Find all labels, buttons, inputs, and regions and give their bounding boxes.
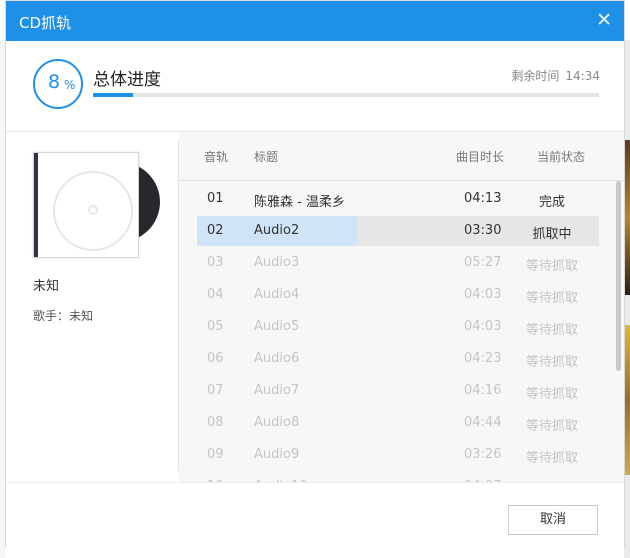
column-header-duration: 曲目时长 bbox=[456, 150, 505, 164]
cancel-button[interactable]: 取消 bbox=[508, 505, 598, 535]
dialog-titlebar: CD抓轨 ✕ bbox=[6, 1, 624, 41]
track-duration: 03:30 bbox=[464, 223, 502, 238]
progress-percent-sign: % bbox=[64, 78, 76, 92]
column-header-status: 当前状态 bbox=[537, 150, 586, 164]
cd-disc-icon bbox=[33, 152, 139, 258]
track-table-header: 音轨 标题 曲目时长 当前状态 bbox=[179, 132, 624, 181]
remaining-time-label: 剩余时间 bbox=[511, 69, 560, 83]
track-status: 等待抓取 bbox=[525, 419, 578, 434]
progress-bar-fill bbox=[93, 93, 134, 97]
track-title: Audio5 bbox=[254, 319, 300, 334]
dialog-title: CD抓轨 bbox=[19, 14, 72, 32]
track-status: 等待抓取 bbox=[525, 323, 578, 338]
table-row[interactable]: 07 Audio7 04:16 等待抓取 bbox=[197, 376, 599, 406]
track-number: 07 bbox=[207, 383, 224, 398]
progress-title: 总体进度 bbox=[93, 70, 161, 90]
table-row[interactable]: 02 Audio2 03:30 抓取中 bbox=[197, 216, 599, 246]
table-row[interactable]: 05 Audio5 04:03 等待抓取 bbox=[197, 312, 599, 342]
progress-percent-number: 8 bbox=[48, 71, 61, 93]
track-title: Audio8 bbox=[254, 415, 300, 430]
table-row[interactable]: 08 Audio8 04:44 等待抓取 bbox=[197, 408, 599, 438]
table-row[interactable]: 09 Audio9 03:26 等待抓取 bbox=[197, 440, 599, 470]
track-status: 等待抓取 bbox=[525, 387, 578, 402]
track-duration: 04:03 bbox=[464, 319, 502, 334]
track-number: 09 bbox=[207, 447, 224, 462]
track-title: 陈雅森 - 温柔乡 bbox=[254, 195, 345, 210]
track-number: 06 bbox=[207, 351, 224, 366]
track-status: 抓取中 bbox=[532, 227, 572, 242]
album-info-pane: 未知 歌手：未知 bbox=[6, 132, 178, 472]
table-row[interactable]: 06 Audio6 04:23 等待抓取 bbox=[197, 344, 599, 374]
track-number: 08 bbox=[207, 415, 224, 430]
table-row[interactable]: 10Audio1004:07等待抓取 bbox=[197, 472, 599, 482]
track-status: 等待抓取 bbox=[525, 259, 578, 274]
progress-percent-circle: 8 % bbox=[33, 59, 83, 109]
track-title: Audio4 bbox=[254, 287, 300, 302]
track-status: 等待抓取 bbox=[525, 355, 578, 370]
column-header-track: 音轨 bbox=[204, 150, 229, 164]
track-number: 02 bbox=[207, 223, 224, 238]
overall-progress-section: 8 % 总体进度 剩余时间 14:34 bbox=[6, 41, 624, 132]
track-title: Audio2 bbox=[254, 223, 300, 238]
album-name: 未知 bbox=[33, 279, 60, 294]
scrollbar-thumb[interactable] bbox=[616, 181, 621, 371]
table-row[interactable]: 01 陈雅森 - 温柔乡 04:13 完成 bbox=[197, 184, 599, 214]
track-status: 等待抓取 bbox=[525, 451, 578, 466]
track-duration: 03:26 bbox=[464, 447, 502, 462]
dialog-footer: 取消 bbox=[6, 482, 624, 549]
track-number: 01 bbox=[207, 191, 224, 206]
table-row[interactable]: 03 Audio3 05:27 等待抓取 bbox=[197, 248, 599, 278]
track-table: 音轨 标题 曲目时长 当前状态 01 陈雅森 - 温柔乡 04:13 完成 02 Audi… bbox=[179, 132, 624, 482]
track-title: Audio6 bbox=[254, 351, 300, 366]
track-title: Audio3 bbox=[254, 255, 300, 270]
remaining-time-value: 14:34 bbox=[565, 69, 600, 83]
track-duration: 04:16 bbox=[464, 383, 502, 398]
track-status: 完成 bbox=[538, 195, 565, 210]
progress-bar bbox=[93, 93, 599, 97]
remaining-time: 剩余时间 14:34 bbox=[511, 67, 600, 84]
artist-name: 歌手：未知 bbox=[33, 309, 94, 323]
table-row[interactable]: 04 Audio4 04:03 等待抓取 bbox=[197, 280, 599, 310]
track-duration: 04:03 bbox=[464, 287, 502, 302]
column-header-title: 标题 bbox=[254, 150, 279, 164]
track-duration: 04:13 bbox=[464, 191, 502, 206]
track-list-scrollbar[interactable] bbox=[616, 181, 622, 471]
track-status: 等待抓取 bbox=[525, 291, 578, 306]
track-title: Audio9 bbox=[254, 447, 300, 462]
track-number: 04 bbox=[207, 287, 224, 302]
track-number: 05 bbox=[207, 319, 224, 334]
cd-rip-dialog: CD抓轨 ✕ 8 % 总体进度 剩余时间 14:34 未知 歌手：未知 音轨 标题… bbox=[5, 0, 625, 549]
close-icon[interactable]: ✕ bbox=[596, 10, 612, 30]
track-title: Audio7 bbox=[254, 383, 300, 398]
track-duration: 05:27 bbox=[464, 255, 502, 270]
track-duration: 04:23 bbox=[464, 351, 502, 366]
track-duration: 04:44 bbox=[464, 415, 502, 430]
track-number: 03 bbox=[207, 255, 224, 270]
